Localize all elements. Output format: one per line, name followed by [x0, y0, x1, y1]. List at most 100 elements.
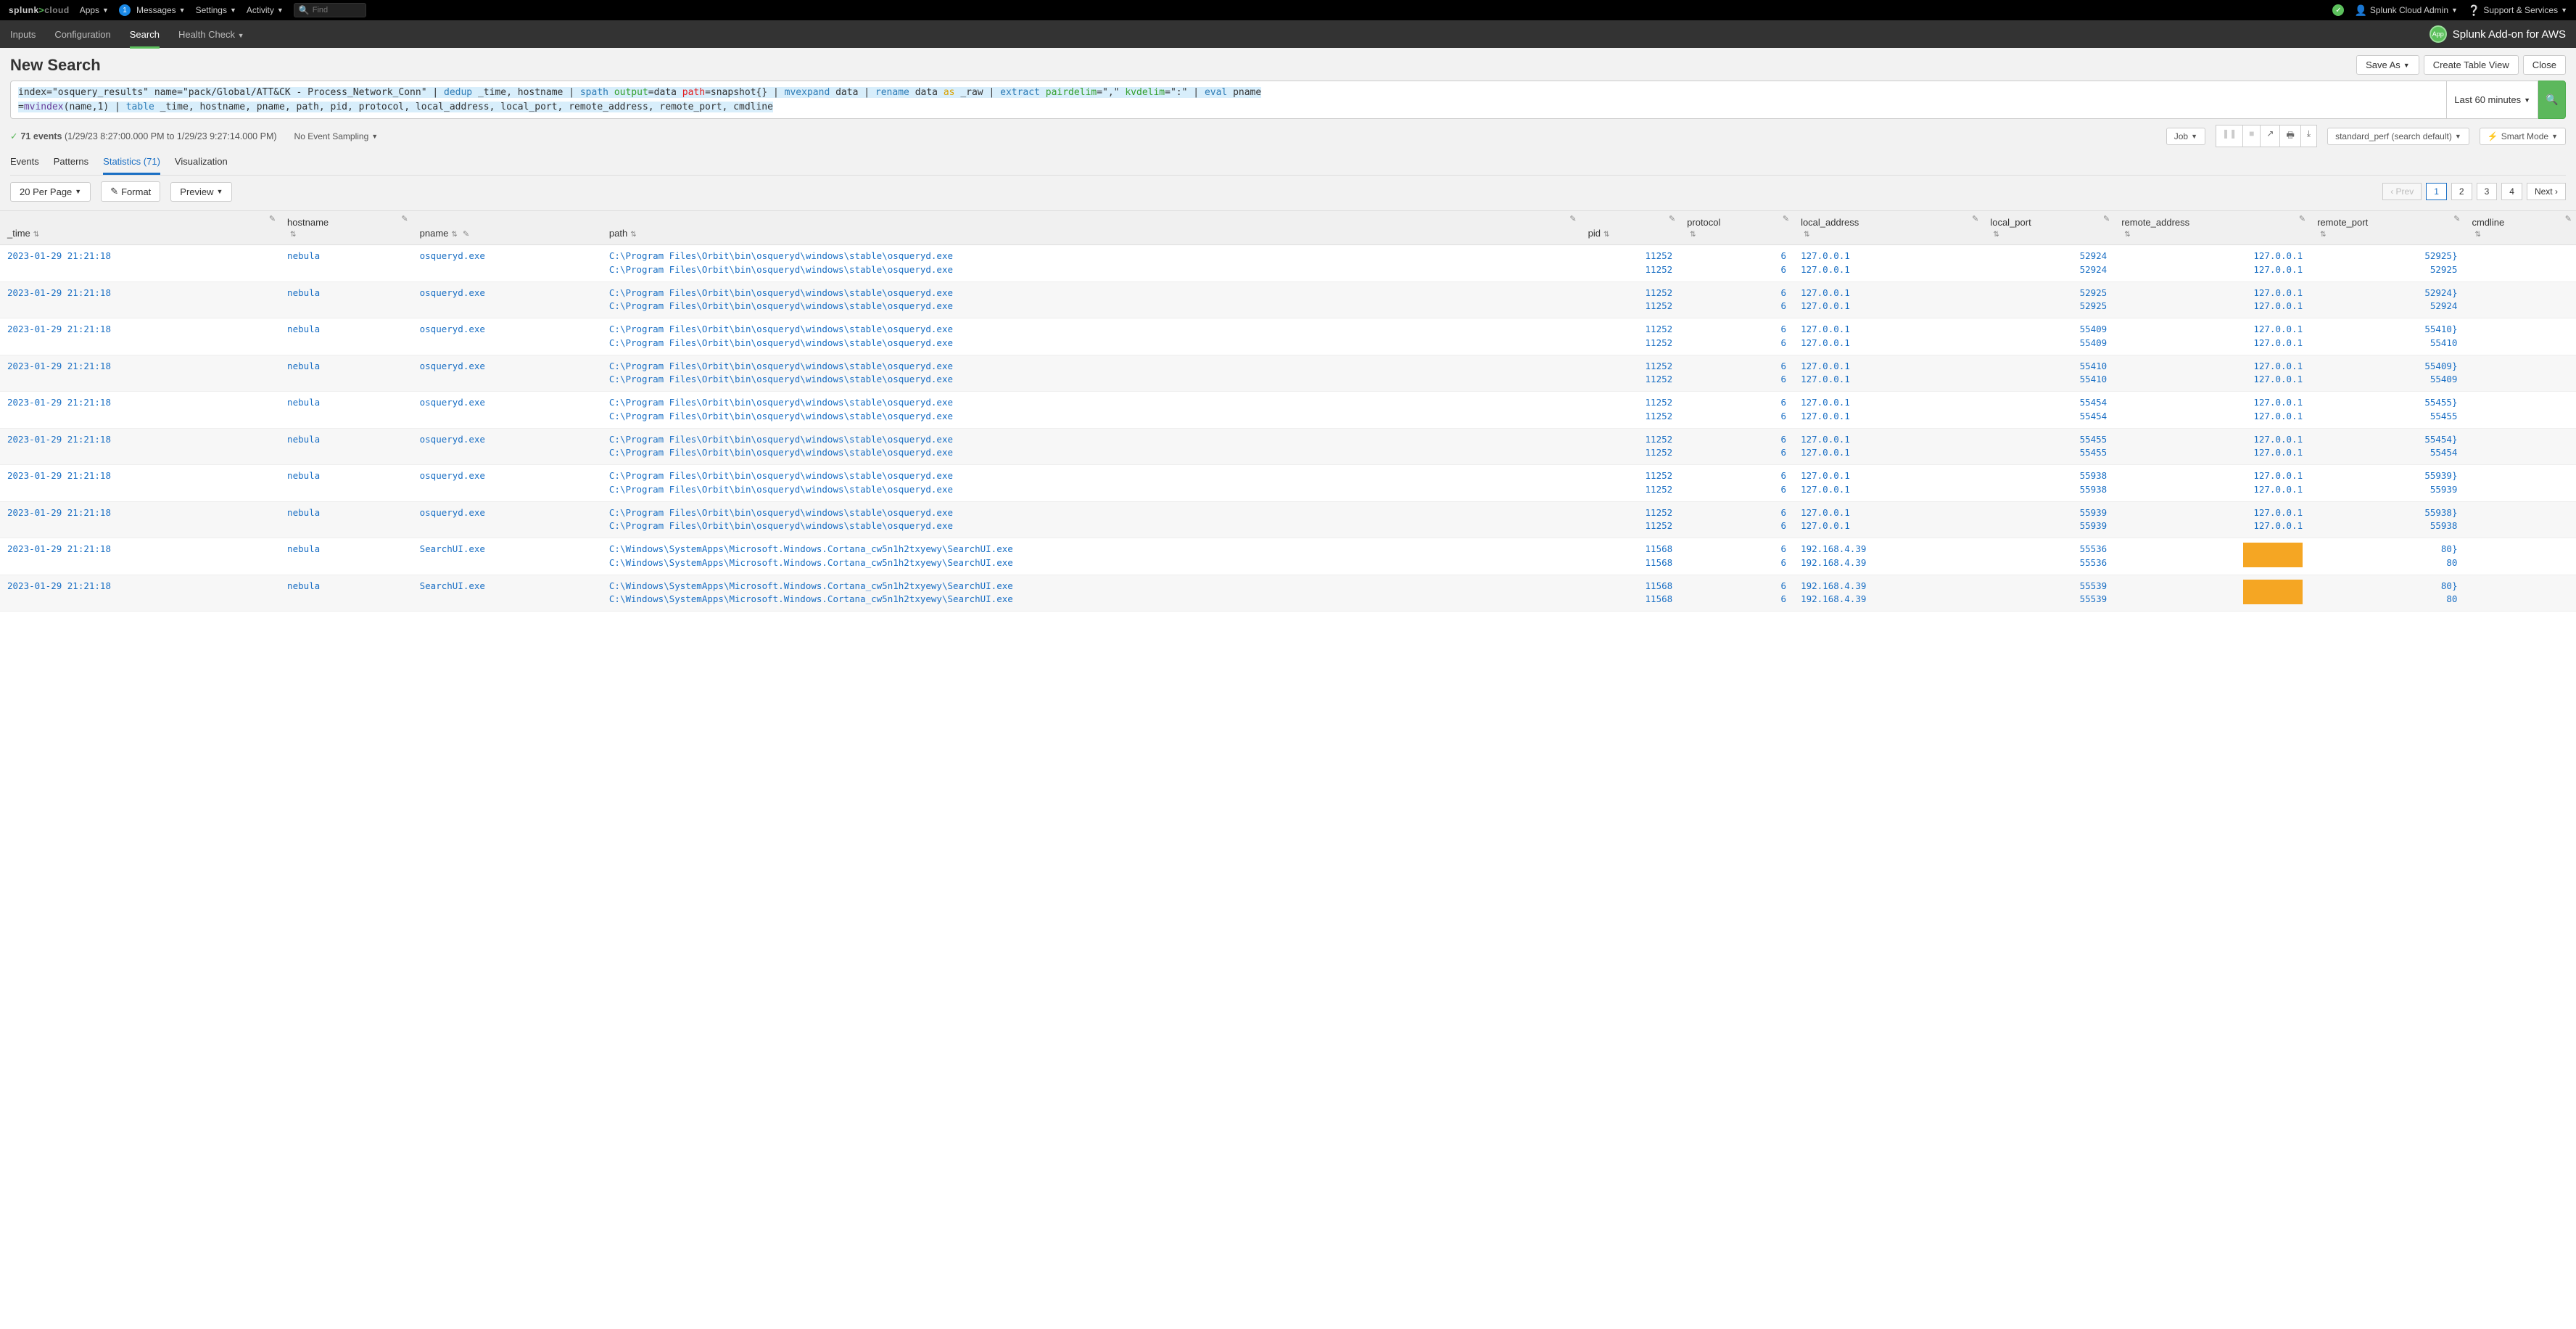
cell-value[interactable]: 6 — [1687, 287, 1786, 300]
pencil-icon[interactable]: ✎ — [2103, 214, 2110, 223]
col-path[interactable]: ✎path⇅ — [602, 211, 1581, 245]
cell-value[interactable]: 2023-01-29 21:21:18 — [7, 506, 273, 520]
sort-icon[interactable]: ⇅ — [1603, 231, 1609, 239]
cell-value[interactable]: nebula — [287, 250, 405, 263]
global-find[interactable]: 🔍 — [294, 3, 366, 17]
run-search-button[interactable]: 🔍 — [2538, 81, 2566, 119]
create-table-view-button[interactable]: Create Table View — [2424, 55, 2519, 75]
cell-value[interactable]: 127.0.0.1 — [1801, 446, 1976, 460]
cell-value[interactable]: C:\Program Files\Orbit\bin\osqueryd\wind… — [609, 483, 1574, 497]
cell-value[interactable]: 2023-01-29 21:21:18 — [7, 396, 273, 410]
cell-value[interactable]: 127.0.0.1 — [2121, 519, 2303, 533]
cell-value[interactable]: 2023-01-29 21:21:18 — [7, 360, 273, 374]
cell-value[interactable]: 55455 — [2317, 410, 2457, 424]
sort-icon[interactable]: ⇅ — [2124, 231, 2130, 239]
cell-value[interactable]: C:\Program Files\Orbit\bin\osqueryd\wind… — [609, 519, 1574, 533]
cell-value[interactable]: 11252 — [1588, 519, 1673, 533]
cell-value[interactable]: 55938} — [2317, 506, 2457, 520]
cell-value[interactable]: 52924 — [1990, 250, 2107, 263]
cell-value[interactable]: 127.0.0.1 — [2121, 373, 2303, 387]
cell-value[interactable]: 6 — [1687, 337, 1786, 350]
cell-value[interactable]: 127.0.0.1 — [1801, 323, 1976, 337]
cell-value[interactable]: 2023-01-29 21:21:18 — [7, 323, 273, 337]
cell-value[interactable]: 55939} — [2317, 469, 2457, 483]
cell-value[interactable]: C:\Program Files\Orbit\bin\osqueryd\wind… — [609, 287, 1574, 300]
cell-value[interactable]: 11252 — [1588, 250, 1673, 263]
cell-value[interactable]: C:\Windows\SystemApps\Microsoft.Windows.… — [609, 593, 1574, 606]
cell-value[interactable]: 11252 — [1588, 337, 1673, 350]
tab-visualization[interactable]: Visualization — [175, 156, 228, 175]
cell-value[interactable]: 11252 — [1588, 483, 1673, 497]
cell-value[interactable]: 6 — [1687, 410, 1786, 424]
cell-value[interactable]: C:\Program Files\Orbit\bin\osqueryd\wind… — [609, 337, 1574, 350]
cell-value[interactable]: 127.0.0.1 — [2121, 263, 2303, 277]
cell-value[interactable]: C:\Program Files\Orbit\bin\osqueryd\wind… — [609, 373, 1574, 387]
col-protocol[interactable]: ✎protocol⇅ — [1680, 211, 1793, 245]
pager-prev[interactable]: ‹ Prev — [2382, 183, 2422, 200]
cell-value[interactable]: nebula — [287, 506, 405, 520]
cell-value[interactable]: C:\Program Files\Orbit\bin\osqueryd\wind… — [609, 506, 1574, 520]
spl-editor[interactable]: index="osquery_results" name="pack/Globa… — [10, 81, 2446, 119]
pager-3[interactable]: 3 — [2477, 183, 2498, 200]
cell-value[interactable]: 127.0.0.1 — [1801, 250, 1976, 263]
cell-value[interactable]: 192.168.4.39 — [1801, 580, 1976, 593]
cell-value[interactable]: 6 — [1687, 506, 1786, 520]
cell-value[interactable]: nebula — [287, 433, 405, 447]
nav-search[interactable]: Search — [130, 20, 160, 49]
cell-value[interactable]: 52925 — [1990, 287, 2107, 300]
cell-value[interactable]: osqueryd.exe — [420, 360, 595, 374]
cell-value[interactable]: 11252 — [1588, 396, 1673, 410]
pencil-icon[interactable]: ✎ — [1669, 214, 1675, 223]
sort-icon[interactable]: ⇅ — [630, 231, 636, 239]
cell-value[interactable]: 6 — [1687, 580, 1786, 593]
cell-value[interactable]: osqueryd.exe — [420, 469, 595, 483]
print-button[interactable]: 🖶 — [2280, 125, 2300, 147]
cell-value[interactable]: 6 — [1687, 396, 1786, 410]
cell-value[interactable]: 55454 — [1990, 410, 2107, 424]
sort-icon[interactable]: ⇅ — [1690, 231, 1696, 239]
cell-value[interactable]: 80 — [2317, 556, 2457, 570]
cell-value[interactable]: 127.0.0.1 — [1801, 300, 1976, 313]
col-local-port[interactable]: ✎local_port⇅ — [1983, 211, 2114, 245]
cell-value[interactable]: 11252 — [1588, 300, 1673, 313]
smart-mode-menu[interactable]: ⚡ Smart Mode ▼ — [2480, 128, 2566, 145]
cell-value[interactable]: 55454 — [2317, 446, 2457, 460]
pause-button[interactable]: ❚❚ — [2216, 125, 2243, 147]
pencil-icon[interactable]: ✎ — [2453, 214, 2460, 223]
cell-value[interactable]: 6 — [1687, 469, 1786, 483]
cell-value[interactable]: 6 — [1687, 519, 1786, 533]
col-hostname[interactable]: ✎hostname⇅ — [280, 211, 413, 245]
messages-menu[interactable]: 1Messages▼ — [119, 4, 186, 16]
cell-value[interactable]: 52925} — [2317, 250, 2457, 263]
cell-value[interactable]: 55939 — [2317, 483, 2457, 497]
cell-value[interactable]: 6 — [1687, 300, 1786, 313]
cell-value[interactable]: C:\Program Files\Orbit\bin\osqueryd\wind… — [609, 396, 1574, 410]
cell-value[interactable]: 127.0.0.1 — [2121, 410, 2303, 424]
nav-configuration[interactable]: Configuration — [54, 29, 110, 40]
cell-value[interactable]: 127.0.0.1 — [2121, 287, 2303, 300]
cell-value[interactable]: osqueryd.exe — [420, 323, 595, 337]
cell-value[interactable]: 11252 — [1588, 287, 1673, 300]
find-input[interactable] — [313, 6, 356, 15]
tab-patterns[interactable]: Patterns — [54, 156, 88, 175]
cell-value[interactable]: 55410 — [2317, 337, 2457, 350]
cell-value[interactable]: 80 — [2317, 593, 2457, 606]
cell-value[interactable]: 55536 — [1990, 543, 2107, 556]
cell-value[interactable]: 127.0.0.1 — [1801, 410, 1976, 424]
cell-value[interactable]: 6 — [1687, 483, 1786, 497]
cell-value[interactable]: osqueryd.exe — [420, 287, 595, 300]
sort-icon[interactable]: ⇅ — [1804, 231, 1809, 239]
cell-value[interactable]: 55409 — [1990, 323, 2107, 337]
col-pid[interactable]: ✎pid⇅ — [1581, 211, 1680, 245]
cell-value[interactable]: 127.0.0.1 — [2121, 469, 2303, 483]
cell-value[interactable]: 127.0.0.1 — [1801, 337, 1976, 350]
cell-value[interactable]: 2023-01-29 21:21:18 — [7, 250, 273, 263]
cell-value[interactable]: 11252 — [1588, 263, 1673, 277]
cell-value[interactable]: 127.0.0.1 — [2121, 250, 2303, 263]
cell-value[interactable]: 55938 — [1990, 469, 2107, 483]
cell-value[interactable]: 11568 — [1588, 543, 1673, 556]
cell-value[interactable]: 55539 — [1990, 580, 2107, 593]
cell-value[interactable]: nebula — [287, 360, 405, 374]
activity-menu[interactable]: Activity▼ — [247, 5, 284, 15]
sort-icon[interactable]: ⇅ — [2320, 231, 2326, 239]
